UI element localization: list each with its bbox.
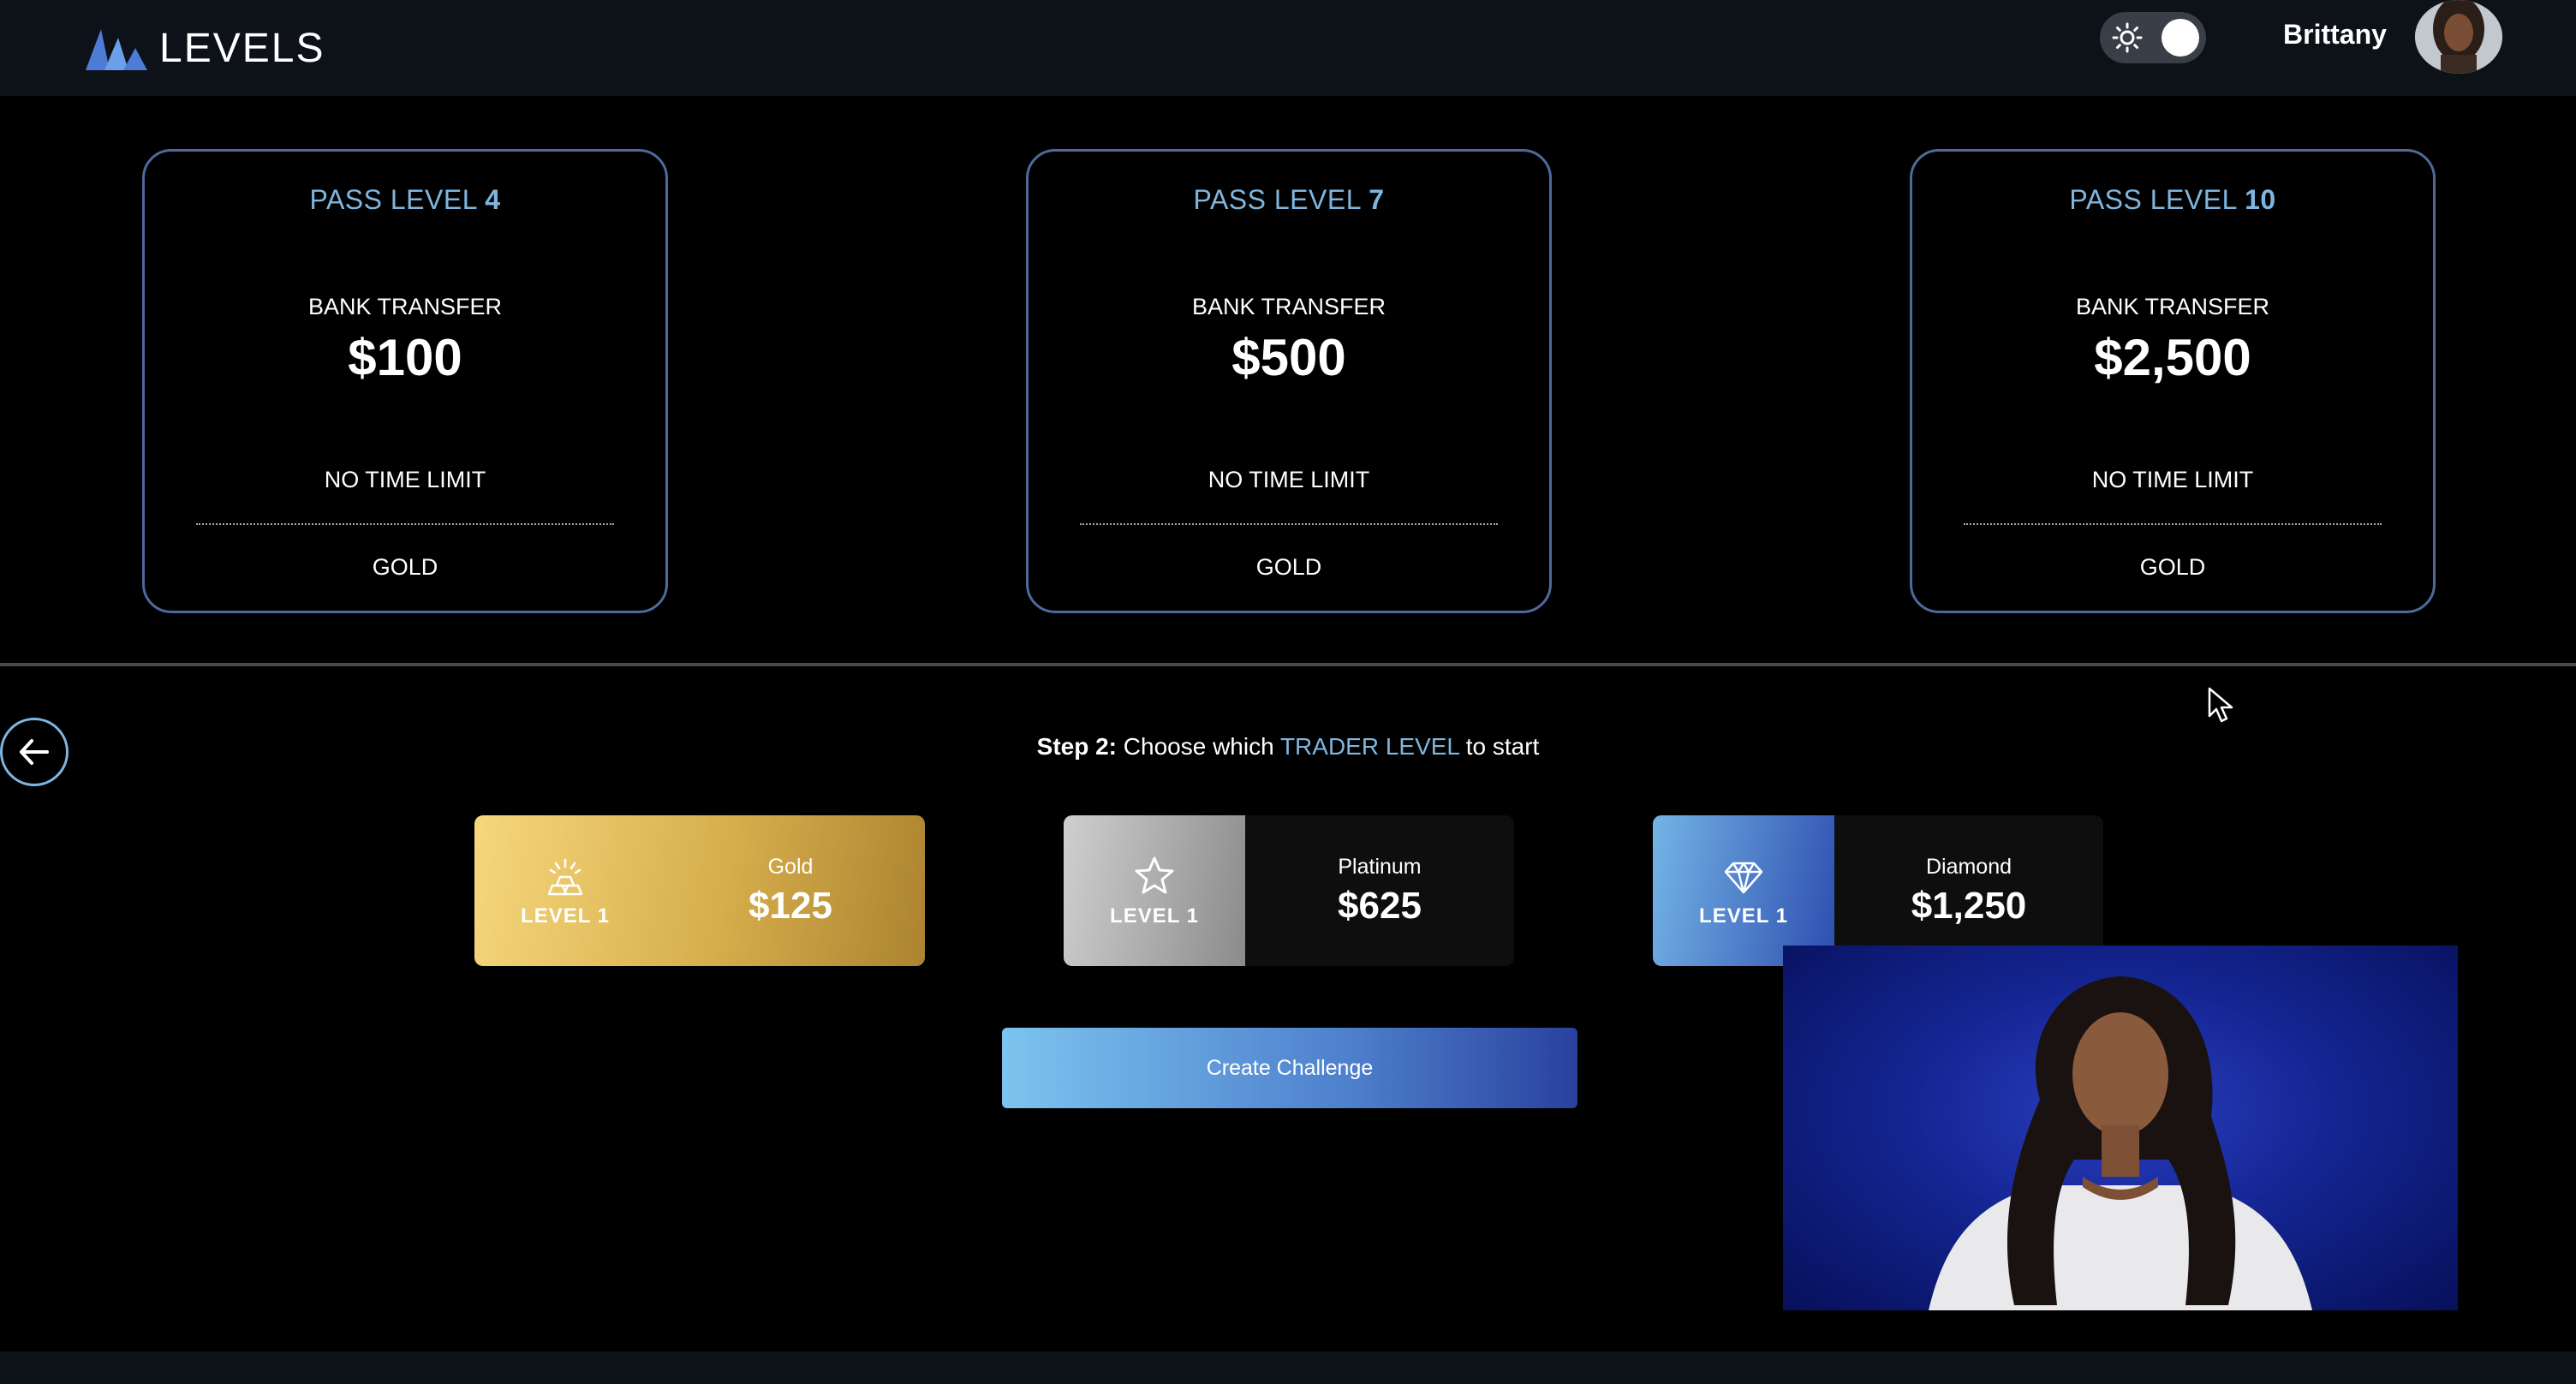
sun-icon [2112, 22, 2143, 53]
level-badge: LEVEL 1 [1064, 815, 1245, 966]
logo-mountains-icon [86, 29, 147, 70]
star-icon [1135, 856, 1174, 894]
step-instruction: Step 2: Choose which TRADER LEVEL to sta… [0, 733, 2576, 761]
toggle-knob [2162, 19, 2199, 57]
time-limit: NO TIME LIMIT [2091, 467, 2254, 492]
divider [1080, 523, 1498, 525]
step-accent: TRADER LEVEL [1279, 733, 1459, 760]
tier-label: GOLD [1255, 554, 1322, 580]
bottom-bar [0, 1351, 2576, 1384]
tier-info: Platinum $625 [1245, 815, 1514, 966]
step-text-before: Choose which [1123, 733, 1274, 760]
mouse-cursor-icon [2208, 687, 2233, 723]
avatar[interactable] [2415, 0, 2502, 74]
divider [196, 523, 614, 525]
time-limit: NO TIME LIMIT [1208, 467, 1370, 492]
presenter-video-icon [1929, 976, 2312, 1310]
section-divider [0, 663, 2576, 666]
pass-level-card[interactable]: PASS LEVEL 7 BANK TRANSFER $500 NO TIME … [1026, 149, 1552, 613]
logo-text: LEVELS [159, 25, 325, 71]
level-label: LEVEL 1 [1699, 904, 1788, 928]
tier-name: Diamond [1925, 854, 2012, 879]
trader-level-diamond[interactable]: LEVEL 1 Diamond $1,250 [1653, 815, 2103, 966]
tier-info: Gold $125 [656, 815, 925, 966]
pass-level-title: PASS LEVEL 4 [309, 184, 501, 215]
pass-level-title: PASS LEVEL 10 [2069, 184, 2276, 215]
top-header: LEVELS Brittany [0, 0, 2576, 96]
payment-method: BANK TRANSFER [2075, 294, 2270, 319]
webcam-overlay [1783, 946, 2458, 1310]
step-prefix: Step 2: [1036, 733, 1117, 760]
pass-level-card[interactable]: PASS LEVEL 4 BANK TRANSFER $100 NO TIME … [142, 149, 668, 613]
tier-price: $125 [748, 884, 832, 927]
tier-price: $625 [1338, 884, 1422, 927]
tier-label: GOLD [372, 554, 438, 580]
levels-logo[interactable]: LEVELS [86, 15, 325, 81]
pass-level-card[interactable]: PASS LEVEL 10 BANK TRANSFER $2,500 NO TI… [1910, 149, 2436, 613]
level-label: LEVEL 1 [1110, 904, 1199, 928]
level-badge: LEVEL 1 [1653, 815, 1834, 966]
user-name[interactable]: Brittany [2283, 19, 2387, 51]
divider [1964, 523, 2382, 525]
theme-toggle[interactable] [2100, 12, 2206, 63]
create-challenge-button[interactable]: Create Challenge [1002, 1028, 1577, 1108]
trader-level-gold[interactable]: LEVEL 1 Gold $125 [474, 815, 925, 966]
payout-amount: $2,500 [2094, 329, 2251, 386]
payout-amount: $500 [1231, 329, 1346, 386]
payment-method: BANK TRANSFER [1191, 294, 1386, 319]
diamond-icon [1724, 862, 1763, 894]
tier-info: Diamond $1,250 [1834, 815, 2103, 966]
step-text-after: to start [1465, 733, 1540, 760]
tier-name: Gold [767, 854, 814, 879]
level-label: LEVEL 1 [521, 904, 610, 928]
level-badge: LEVEL 1 [474, 815, 656, 966]
payout-amount: $100 [348, 329, 462, 386]
trader-level-platinum[interactable]: LEVEL 1 Platinum $625 [1064, 815, 1514, 966]
pass-level-title: PASS LEVEL 7 [1193, 184, 1385, 215]
tier-name: Platinum [1338, 854, 1422, 879]
time-limit: NO TIME LIMIT [324, 467, 486, 492]
gold-bars-icon [547, 858, 583, 896]
tier-label: GOLD [2139, 554, 2206, 580]
user-photo-icon [2415, 0, 2502, 74]
payment-method: BANK TRANSFER [307, 294, 503, 319]
tier-price: $1,250 [1911, 884, 2027, 927]
